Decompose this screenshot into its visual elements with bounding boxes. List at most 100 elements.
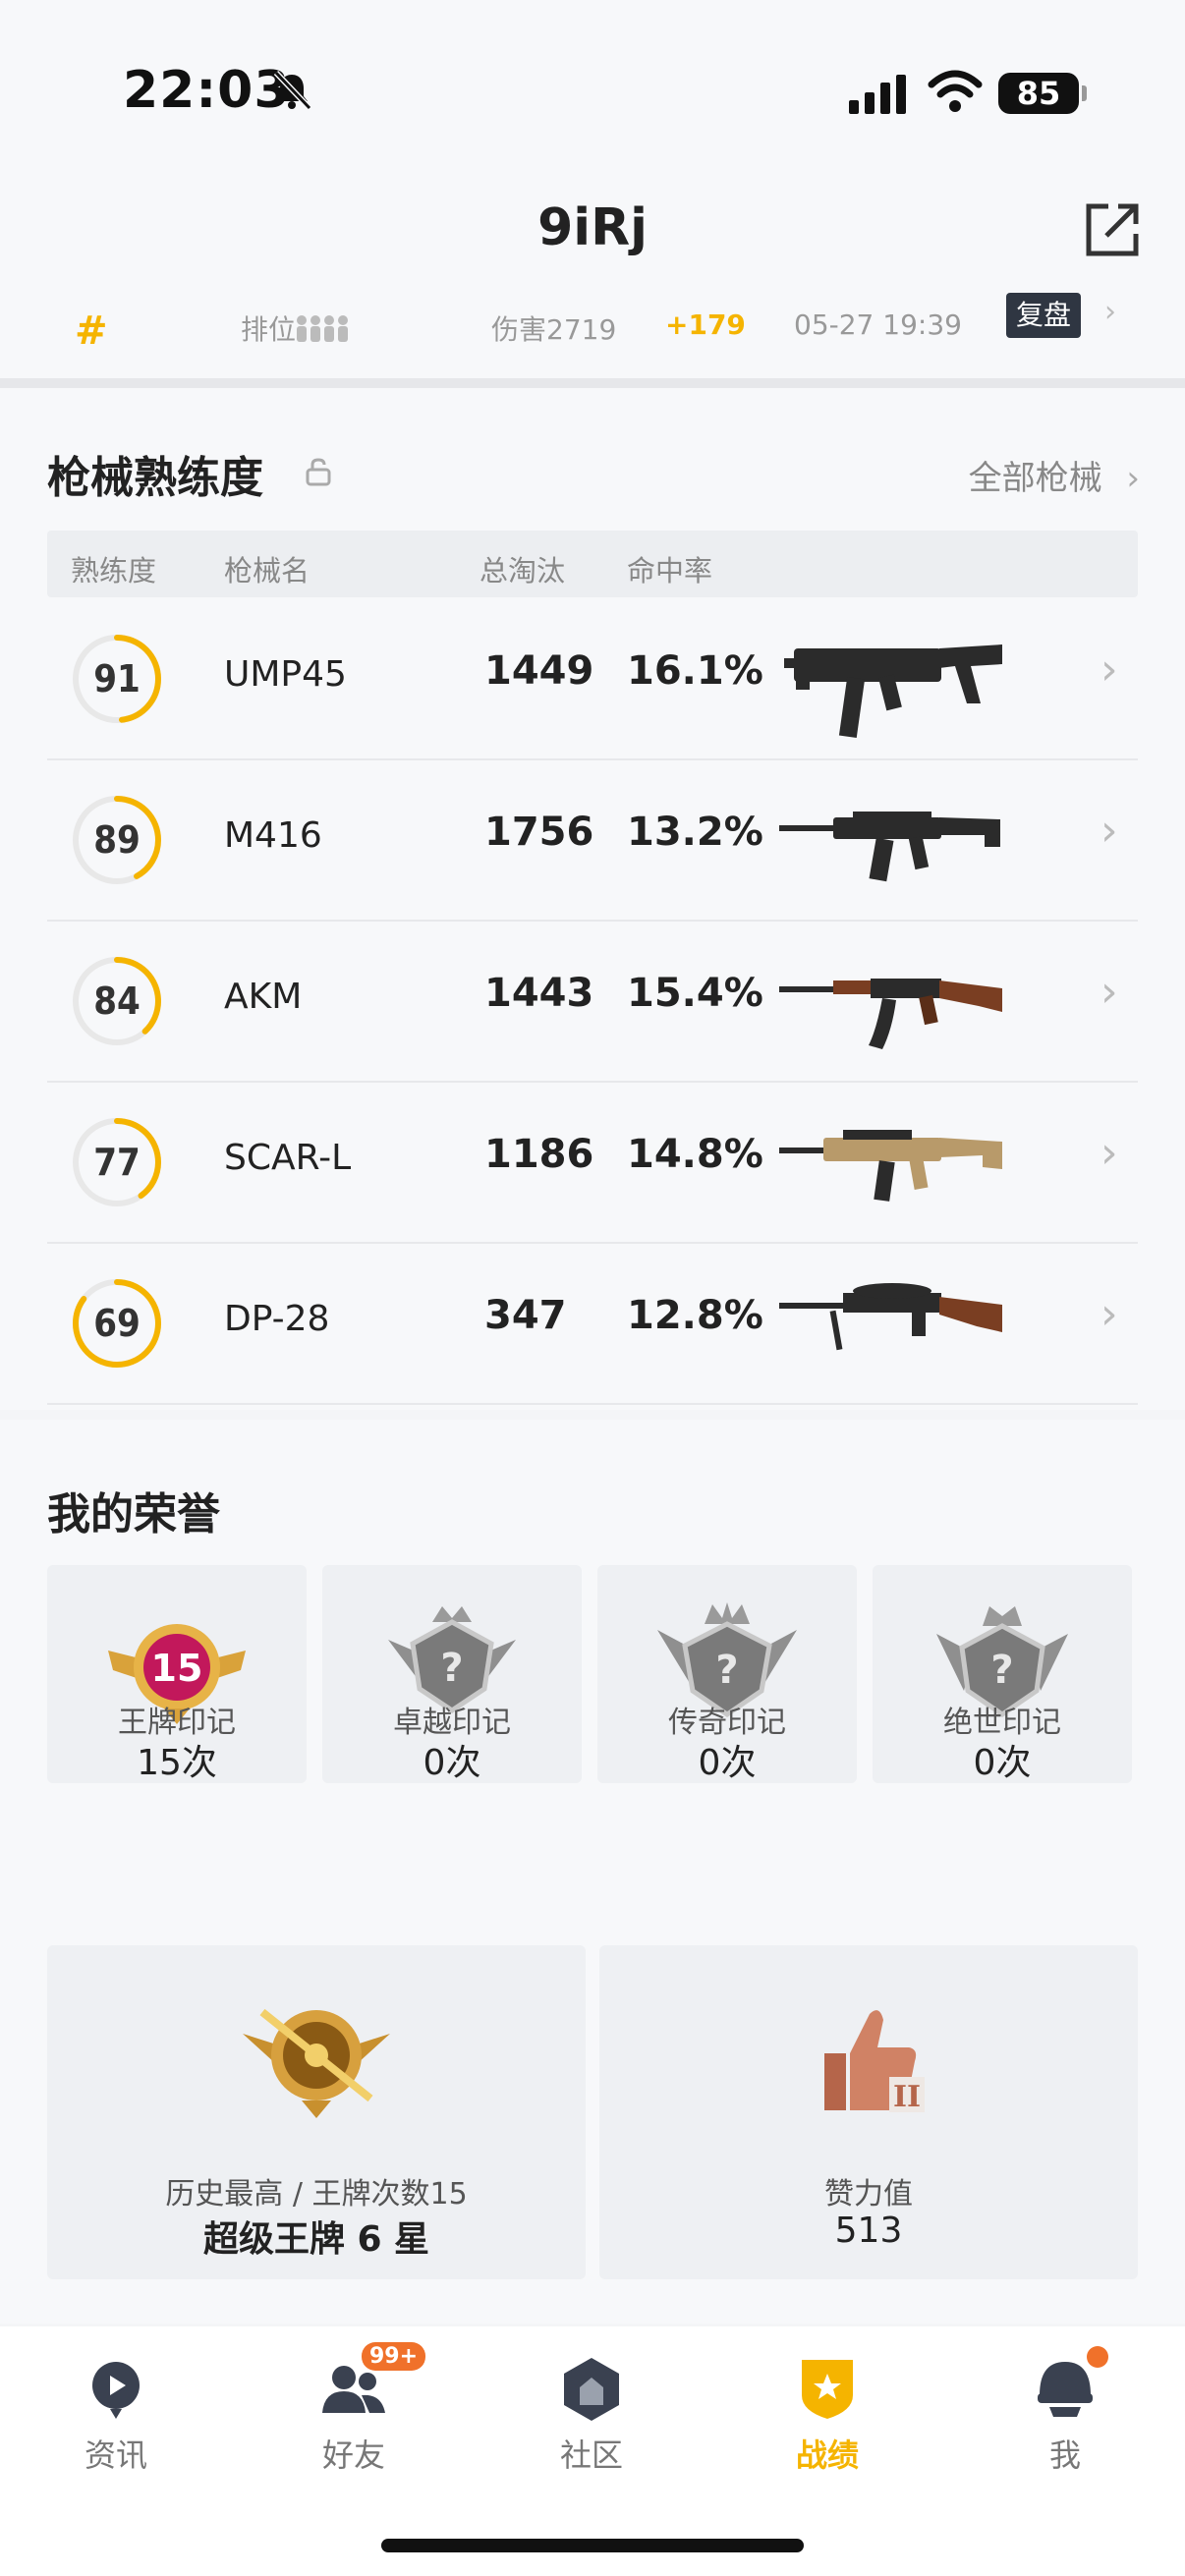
tab-label: 我 (1048, 2436, 1081, 2474)
likes-label: 赞力值 (824, 2177, 913, 2212)
notification-dot (1087, 2346, 1108, 2368)
mastery-level: 89 (93, 818, 141, 862)
weapon-image (779, 812, 1000, 882)
honor-count: 0次 (973, 1743, 1032, 1783)
weapon-accuracy: 16.1% (627, 648, 763, 694)
all-weapons-link[interactable]: 全部枪械 › (969, 451, 1140, 499)
mastery-level: 91 (93, 657, 141, 700)
likes-card[interactable]: II 赞力值 513 (599, 1945, 1138, 2279)
weapon-image (779, 1130, 1002, 1202)
chevron-right-icon: › (1100, 1128, 1118, 1178)
match-mode: 排位 (241, 313, 297, 346)
all-weapons-label: 全部枪械 (968, 459, 1102, 498)
mastery-ring: 84 (69, 953, 165, 1049)
weapon-accuracy: 14.8% (627, 1132, 763, 1177)
record-icon (802, 2360, 853, 2419)
weapon-accuracy: 12.8% (627, 1293, 763, 1338)
honor-count: 0次 (423, 1743, 481, 1783)
weapon-kills: 1756 (484, 810, 594, 855)
page-title: 9iRj (537, 198, 648, 257)
chevron-right-icon: › (1100, 806, 1118, 856)
highest-tier-value: 超级王牌 6 星 (202, 2219, 430, 2260)
weapon-row[interactable]: 84 AKM 1443 15.4% › (47, 920, 1138, 1083)
tab-label: 战绩 (795, 2436, 859, 2474)
thumbs-up-icon: II (824, 2010, 925, 2114)
cellular-signal-icon (849, 75, 906, 114)
col-accuracy: 命中率 (627, 554, 713, 588)
weapon-row[interactable]: 89 M416 1756 13.2% › (47, 758, 1138, 922)
tab-label: 好友 (321, 2436, 385, 2474)
highest-tier-label: 历史最高 / 王牌次数15 (165, 2177, 468, 2212)
weapon-row[interactable]: 91 UMP45 1449 16.1% › (47, 597, 1138, 760)
weapon-mastery-section: 枪械熟练度 全部枪械 › 熟练度 枪械名 总淘汰 命中率 91 UMP45 1449… (0, 388, 1185, 1410)
tab-records[interactable]: 战绩 (749, 2352, 906, 2490)
weapon-kills: 1443 (484, 971, 594, 1016)
home-indicator[interactable] (381, 2539, 804, 2552)
tab-label: 社区 (559, 2436, 623, 2474)
section-title-weapons: 枪械熟练度 (47, 453, 263, 503)
bell-muted-icon (273, 70, 312, 111)
wifi-icon (928, 70, 983, 112)
ace-emblem-number: 15 (151, 1647, 203, 1690)
honor-count: 0次 (698, 1743, 757, 1783)
mastery-level: 84 (93, 980, 141, 1023)
svg-text:?: ? (440, 1646, 463, 1691)
highest-tier-card[interactable]: 历史最高 / 王牌次数15 超级王牌 6 星 (47, 1945, 586, 2279)
weapon-image (779, 1283, 1002, 1351)
replay-button[interactable]: 复盘 (1006, 293, 1081, 338)
weapon-name: SCAR-L (224, 1138, 352, 1178)
mastery-level: 77 (93, 1141, 141, 1184)
friends-badge: 99+ (362, 2342, 426, 2371)
svg-text:?: ? (990, 1648, 1013, 1693)
honor-count: 15次 (137, 1743, 217, 1783)
match-damage: 伤害2719 (491, 313, 617, 346)
tab-friends[interactable]: 99+ 好友 (275, 2342, 432, 2490)
weapon-kills: 1449 (484, 648, 594, 694)
weapon-name: UMP45 (224, 654, 347, 695)
weapon-accuracy: 13.2% (627, 810, 763, 855)
honor-card-peerless[interactable]: ? 绝世印记 0次 (873, 1565, 1132, 1783)
tab-label: 资讯 (84, 2436, 147, 2474)
match-datetime: 05-27 19:39 (794, 308, 962, 341)
chevron-right-icon: › (1104, 295, 1116, 329)
weapon-name: AKM (224, 977, 303, 1017)
honor-card-legend[interactable]: ? 传奇印记 0次 (597, 1565, 857, 1783)
col-name: 枪械名 (224, 554, 310, 588)
mastery-ring: 89 (69, 792, 165, 888)
col-mastery: 熟练度 (71, 554, 157, 588)
weapon-accuracy: 15.4% (627, 971, 763, 1016)
lock-icon (306, 458, 331, 486)
honors-section: 我的荣誉 15 王牌印记 15次 ? 卓越印记 0次 ? 传奇印记 0次 ? 绝… (0, 1420, 1185, 2324)
super-ace-emblem-icon (243, 2008, 390, 2118)
squad-icon (297, 315, 348, 342)
chevron-right-icon: › (1100, 1289, 1118, 1339)
battery-indicator: 85 (998, 73, 1087, 114)
weapon-row[interactable]: 69 DP-28 347 12.8% › (47, 1242, 1138, 1405)
weapon-name: M416 (224, 815, 322, 856)
status-bar: 22:03 85 (0, 0, 1185, 187)
share-icon[interactable] (1081, 198, 1144, 261)
weapon-name: DP-28 (224, 1299, 330, 1339)
honor-card-ace[interactable]: 15 王牌印记 15次 (47, 1565, 307, 1783)
rank-badge: # (75, 308, 108, 354)
svg-text:II: II (893, 2080, 921, 2114)
weapon-row[interactable]: 77 SCAR-L 1186 14.8% › (47, 1081, 1138, 1244)
svg-text:?: ? (715, 1648, 738, 1693)
weapon-kills: 347 (484, 1293, 567, 1338)
rating-delta: +179 (665, 308, 746, 341)
honor-card-excellence[interactable]: ? 卓越印记 0次 (322, 1565, 582, 1783)
tab-news[interactable]: 资讯 (37, 2352, 195, 2490)
tab-community[interactable]: 社区 (513, 2352, 670, 2490)
weapon-image (784, 644, 1002, 738)
news-icon (92, 2362, 140, 2419)
tab-me[interactable]: 我 (987, 2346, 1144, 2490)
weapons-table-header: 熟练度 枪械名 总淘汰 命中率 (47, 531, 1138, 597)
section-title-honors: 我的荣誉 (47, 1489, 220, 1540)
col-kills: 总淘汰 (480, 554, 566, 588)
chevron-right-icon: › (1126, 459, 1140, 498)
weapon-kills: 1186 (484, 1132, 594, 1177)
mastery-ring: 77 (69, 1114, 165, 1210)
mastery-ring: 69 (69, 1275, 165, 1372)
mastery-level: 69 (93, 1302, 141, 1345)
mastery-ring: 91 (69, 631, 165, 727)
